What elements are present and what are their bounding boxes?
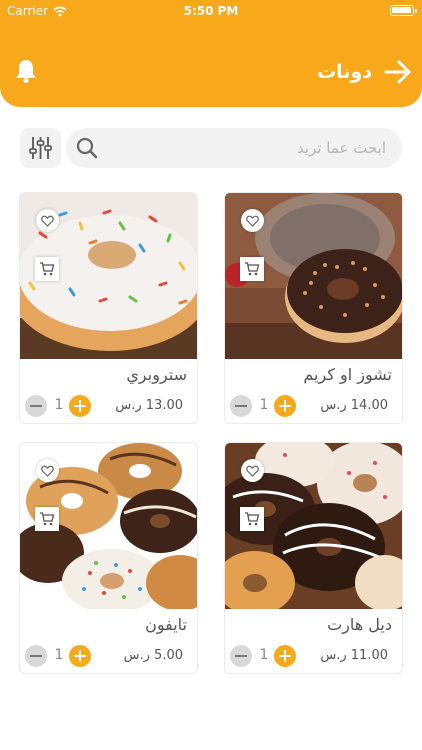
search-input[interactable] <box>110 128 386 168</box>
add-to-cart-button[interactable] <box>35 257 59 281</box>
add-to-cart-button[interactable] <box>240 257 264 281</box>
decrease-quantity-button[interactable] <box>230 395 252 417</box>
favorite-button[interactable] <box>241 459 264 482</box>
product-image[interactable] <box>20 193 197 359</box>
quantity-value: 1 <box>259 647 269 663</box>
arrow-right-icon[interactable] <box>384 58 412 86</box>
quantity-value: 1 <box>54 397 64 413</box>
bell-icon[interactable] <box>14 58 38 84</box>
page-title: دونات <box>317 61 372 83</box>
decrease-quantity-button[interactable] <box>25 395 47 417</box>
heart-icon <box>246 465 259 477</box>
product-name: ستروبري <box>126 365 187 384</box>
search-bar <box>66 128 402 168</box>
product-price: 13.00 ر.س <box>115 398 183 413</box>
product-price: 14.00 ر.س <box>320 398 388 413</box>
status-bar: Carrier 5:50 PM <box>0 0 422 22</box>
product-image[interactable] <box>225 193 402 359</box>
cart-icon <box>40 262 55 276</box>
cart-icon <box>245 262 260 276</box>
product-card[interactable]: تشوز او كريم 1 14.00 ر.س <box>224 192 403 424</box>
product-name: تايفون <box>145 615 187 634</box>
product-image[interactable] <box>20 443 197 609</box>
product-price: 11.00 ر.س <box>320 648 388 663</box>
product-image[interactable] <box>225 443 402 609</box>
heart-icon <box>41 465 54 477</box>
decrease-quantity-button[interactable] <box>25 645 47 667</box>
cart-icon <box>245 512 260 526</box>
favorite-button[interactable] <box>241 209 264 232</box>
cart-icon <box>40 512 55 526</box>
product-name: تشوز او كريم <box>303 365 392 384</box>
filter-button[interactable] <box>20 128 61 168</box>
product-card[interactable]: تايفون 1 5.00 ر.س <box>19 442 198 674</box>
heart-icon <box>41 215 54 227</box>
app-header: Carrier 5:50 PM دونات <box>0 0 422 107</box>
product-price: 5.00 ر.س <box>123 648 183 663</box>
favorite-button[interactable] <box>36 209 59 232</box>
favorite-button[interactable] <box>36 459 59 482</box>
clock: 5:50 PM <box>183 4 239 18</box>
product-card[interactable]: ستروبري 1 13.00 ر.س <box>19 192 198 424</box>
increase-quantity-button[interactable] <box>274 645 296 667</box>
search-icon[interactable] <box>76 137 98 159</box>
product-card[interactable]: ديل هارت 1 11.00 ر.س <box>224 442 403 674</box>
battery-level <box>392 7 411 13</box>
add-to-cart-button[interactable] <box>240 507 264 531</box>
increase-quantity-button[interactable] <box>69 395 91 417</box>
sliders-icon <box>29 137 52 159</box>
heart-icon <box>246 215 259 227</box>
increase-quantity-button[interactable] <box>69 645 91 667</box>
quantity-value: 1 <box>54 647 64 663</box>
quantity-value: 1 <box>259 397 269 413</box>
increase-quantity-button[interactable] <box>274 395 296 417</box>
add-to-cart-button[interactable] <box>35 507 59 531</box>
battery-icon <box>390 5 417 16</box>
decrease-quantity-button[interactable] <box>230 645 252 667</box>
product-name: ديل هارت <box>327 615 392 634</box>
